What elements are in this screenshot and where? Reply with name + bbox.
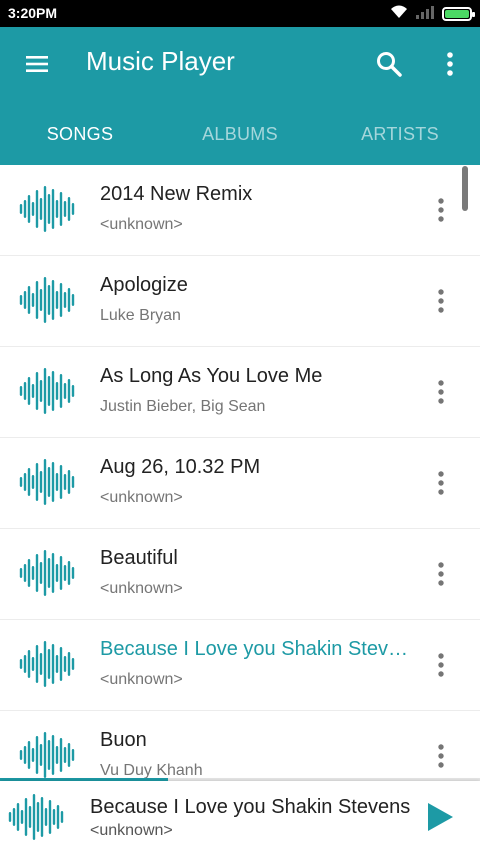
song-title: As Long As You Love Me — [100, 365, 323, 387]
waveform-icon — [8, 794, 64, 840]
more-vertical-icon — [438, 562, 444, 586]
song-title: Aug 26, 10.32 PM — [100, 456, 261, 478]
waveform-icon — [19, 459, 75, 505]
more-vertical-icon — [438, 653, 444, 677]
app-bar: Music Player SONGS ALBUMS ARTISTS — [0, 27, 480, 165]
song-title: Beautiful — [100, 547, 178, 569]
overflow-menu-button[interactable] — [436, 47, 464, 81]
tab-bar: SONGS ALBUMS ARTISTS — [0, 107, 480, 165]
song-list[interactable]: 2014 New Remix <unknown> Apologize Luke Bry… — [0, 165, 480, 778]
more-vertical-icon — [438, 744, 444, 768]
tab-albums[interactable]: ALBUMS — [160, 107, 320, 165]
song-artist: Luke Bryan — [100, 307, 181, 324]
song-artist: <unknown> — [100, 580, 183, 597]
song-row[interactable]: Apologize Luke Bryan — [0, 256, 480, 347]
song-artist: <unknown> — [100, 489, 183, 506]
status-time: 3:20PM — [8, 5, 58, 21]
search-button[interactable] — [372, 47, 406, 81]
menu-icon — [26, 56, 48, 72]
now-playing-title: Because I Love you Shakin Stevens — [90, 796, 411, 818]
waveform-icon — [19, 550, 75, 596]
song-artist: <unknown> — [100, 216, 183, 233]
song-title: Because I Love you Shakin Stevens — [100, 638, 410, 660]
battery-icon — [442, 7, 475, 21]
song-row[interactable]: Because I Love you Shakin Stevens <unknow… — [0, 620, 480, 711]
search-icon — [377, 52, 402, 77]
signal-icon — [416, 5, 434, 24]
song-row[interactable]: Beautiful <unknown> — [0, 529, 480, 620]
song-row[interactable]: Buon Vu Duy Khanh — [0, 711, 480, 778]
play-button[interactable] — [422, 799, 458, 835]
wifi-icon — [390, 5, 408, 24]
song-more-button[interactable] — [428, 559, 454, 589]
more-vertical-icon — [438, 380, 444, 404]
waveform-icon — [19, 186, 75, 232]
song-more-button[interactable] — [428, 195, 454, 225]
waveform-icon — [19, 641, 75, 687]
song-artist: Justin Bieber, Big Sean — [100, 398, 266, 415]
waveform-icon — [19, 732, 75, 778]
more-vertical-icon — [447, 52, 453, 76]
status-icons — [390, 4, 475, 24]
status-bar: 3:20PM — [0, 0, 480, 27]
now-playing-bar[interactable]: Because I Love you Shakin Stevens <unkno… — [0, 781, 480, 854]
play-icon — [428, 803, 453, 831]
song-row[interactable]: 2014 New Remix <unknown> — [0, 165, 480, 256]
more-vertical-icon — [438, 198, 444, 222]
song-row[interactable]: As Long As You Love Me Justin Bieber, Big… — [0, 347, 480, 438]
song-more-button[interactable] — [428, 741, 454, 771]
waveform-icon — [19, 277, 75, 323]
more-vertical-icon — [438, 289, 444, 313]
song-title: Buon — [100, 729, 147, 751]
song-more-button[interactable] — [428, 377, 454, 407]
song-more-button[interactable] — [428, 650, 454, 680]
song-more-button[interactable] — [428, 468, 454, 498]
now-playing-artist: <unknown> — [90, 822, 173, 839]
song-artist: Vu Duy Khanh — [100, 762, 203, 778]
song-more-button[interactable] — [428, 286, 454, 316]
tab-songs[interactable]: SONGS — [0, 107, 160, 165]
tab-artists[interactable]: ARTISTS — [320, 107, 480, 165]
more-vertical-icon — [438, 471, 444, 495]
scrollbar[interactable] — [462, 166, 468, 211]
waveform-icon — [19, 368, 75, 414]
song-title: Apologize — [100, 274, 188, 296]
battery-level — [445, 10, 469, 18]
menu-button[interactable] — [22, 49, 52, 79]
song-row[interactable]: Aug 26, 10.32 PM <unknown> — [0, 438, 480, 529]
app-title: Music Player — [86, 46, 235, 76]
song-artist: <unknown> — [100, 671, 183, 688]
song-title: 2014 New Remix — [100, 183, 253, 205]
